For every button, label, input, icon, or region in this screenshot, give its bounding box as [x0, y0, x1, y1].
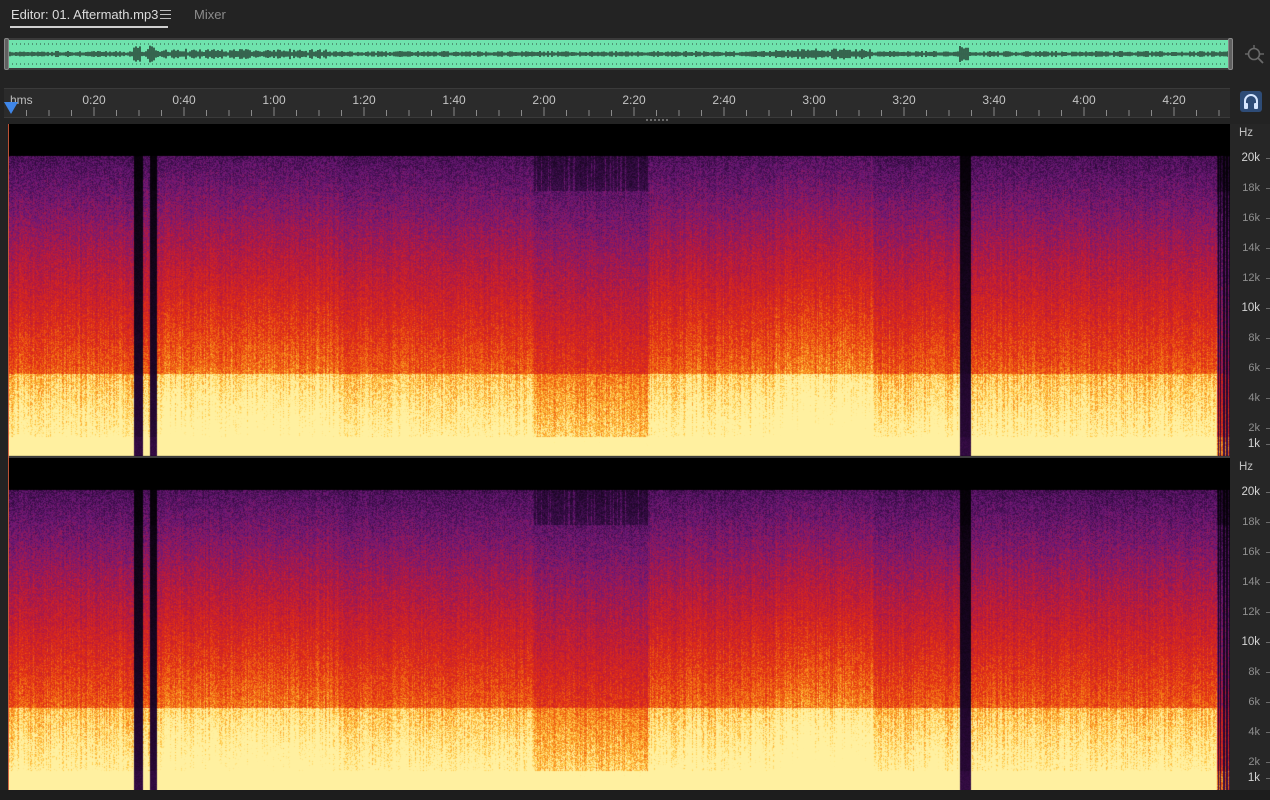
- frequency-label: 16k: [1242, 212, 1260, 224]
- horizontal-scrollbar-area[interactable]: [0, 790, 1270, 800]
- frequency-label: 18k: [1242, 182, 1260, 194]
- tab-editor[interactable]: Editor: 01. Aftermath.mp3: [10, 6, 171, 28]
- frequency-label: 2k: [1248, 756, 1260, 768]
- frequency-label: 20k: [1241, 486, 1260, 498]
- time-ruler-label: 3:40: [982, 93, 1006, 107]
- frequency-tick: [1266, 158, 1270, 159]
- time-ruler-label: 2:20: [622, 93, 646, 107]
- frequency-tick: [1266, 248, 1270, 249]
- frequency-label: 1k: [1247, 438, 1260, 450]
- spectral-frequency-display[interactable]: [8, 124, 1230, 790]
- playhead-marker[interactable]: [4, 102, 18, 114]
- frequency-tick: [1266, 762, 1270, 763]
- frequency-tick: [1266, 444, 1270, 445]
- frequency-label: 8k: [1248, 666, 1260, 678]
- frequency-tick: [1266, 188, 1270, 189]
- frequency-tick: [1266, 398, 1270, 399]
- headphones-icon: [1244, 94, 1258, 109]
- frequency-label: 12k: [1242, 606, 1260, 618]
- time-ruler-label: 4:20: [1162, 93, 1186, 107]
- frequency-scale: Hz 20k 18k 16k 14k 12k 10k 8k 6k 4k 2k 1k Hz 20k 18k 16…: [1230, 124, 1270, 790]
- overview-right-handle[interactable]: [1228, 38, 1233, 70]
- time-ruler-label: 3:20: [892, 93, 916, 107]
- frequency-label: 4k: [1248, 726, 1260, 738]
- frequency-unit-label: Hz: [1239, 461, 1254, 473]
- time-ruler-label: 2:40: [712, 93, 736, 107]
- frequency-tick: [1266, 778, 1270, 779]
- headphones-button[interactable]: [1240, 91, 1262, 112]
- playhead-line: [8, 124, 9, 790]
- frequency-tick: [1266, 642, 1270, 643]
- frequency-label: 14k: [1242, 576, 1260, 588]
- frequency-tick: [1266, 218, 1270, 219]
- frequency-tick: [1266, 612, 1270, 613]
- frequency-tick: [1266, 672, 1270, 673]
- editor-tab-bar: Editor: 01. Aftermath.mp3 Mixer: [0, 0, 1270, 32]
- frequency-label: 12k: [1242, 272, 1260, 284]
- frequency-unit-label: Hz: [1239, 127, 1254, 139]
- time-ruler-label: 1:00: [262, 93, 286, 107]
- time-ruler-label: 0:40: [172, 93, 196, 107]
- hamburger-icon[interactable]: [160, 7, 171, 20]
- frequency-tick: [1266, 368, 1270, 369]
- time-ruler-label: 1:20: [352, 93, 376, 107]
- time-ruler-label: 1:40: [442, 93, 466, 107]
- time-ruler[interactable]: hms 0:20 0:40 1:00 1:20 1:40 2:00 2:20 2:40 3:00 3…: [4, 88, 1230, 118]
- channel-divider: [8, 456, 1230, 458]
- vertical-resize-grip[interactable]: [645, 118, 671, 122]
- frequency-label: 8k: [1248, 332, 1260, 344]
- frequency-tick: [1266, 702, 1270, 703]
- overview-left-handle[interactable]: [4, 38, 9, 70]
- zoom-navigator-icon[interactable]: [1244, 44, 1266, 66]
- overview-waveform-navigator[interactable]: [4, 38, 1233, 70]
- frequency-tick: [1266, 522, 1270, 523]
- frequency-tick: [1266, 582, 1270, 583]
- overview-waveform: [8, 40, 1229, 68]
- frequency-label: 10k: [1241, 636, 1260, 648]
- frequency-label: 14k: [1242, 242, 1260, 254]
- frequency-tick: [1266, 428, 1270, 429]
- time-ruler-label: 2:00: [532, 93, 556, 107]
- frequency-label: 20k: [1241, 152, 1260, 164]
- time-ruler-label: 0:20: [82, 93, 106, 107]
- tab-editor-label: Editor: 01. Aftermath.mp3: [11, 7, 159, 22]
- time-ruler-label: 4:00: [1072, 93, 1096, 107]
- tab-mixer[interactable]: Mixer: [194, 6, 226, 26]
- frequency-label: 6k: [1248, 696, 1260, 708]
- time-ruler-ticks: hms 0:20 0:40 1:00 1:20 1:40 2:00 2:20 2:40 3:00 3…: [10, 93, 1220, 116]
- frequency-label: 2k: [1248, 422, 1260, 434]
- frequency-tick: [1266, 732, 1270, 733]
- time-ruler-label: 3:00: [802, 93, 826, 107]
- frequency-tick: [1266, 492, 1270, 493]
- frequency-label: 1k: [1247, 772, 1260, 784]
- frequency-tick: [1266, 338, 1270, 339]
- frequency-tick: [1266, 308, 1270, 309]
- frequency-label: 10k: [1241, 302, 1260, 314]
- frequency-label: 6k: [1248, 362, 1260, 374]
- frequency-label: 4k: [1248, 392, 1260, 404]
- frequency-tick: [1266, 552, 1270, 553]
- frequency-label: 18k: [1242, 516, 1260, 528]
- frequency-tick: [1266, 278, 1270, 279]
- frequency-label: 16k: [1242, 546, 1260, 558]
